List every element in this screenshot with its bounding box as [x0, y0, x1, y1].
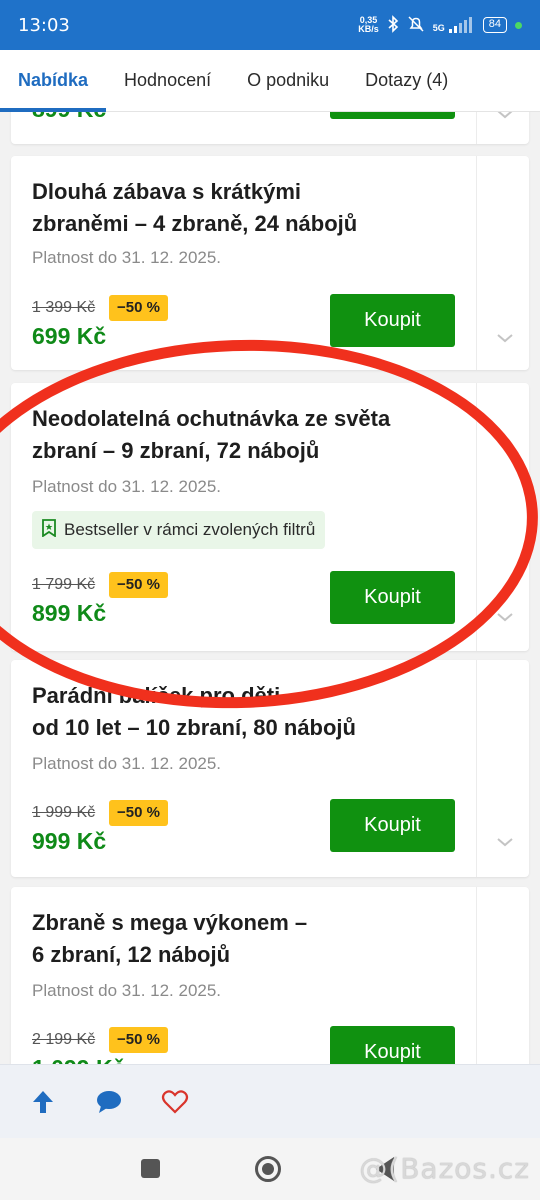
- offer-title-line: zbraněmi – 4 zbraně, 24 nábojů: [32, 211, 358, 236]
- card-divider: [476, 660, 477, 877]
- status-bar: 13:03 0,35 KB/s 5G 84: [0, 0, 540, 50]
- discount-badge: −50 %: [109, 295, 168, 321]
- recent-apps-icon[interactable]: [141, 1159, 160, 1178]
- buy-button[interactable]: [330, 112, 455, 119]
- network-speed: 0,35 KB/s: [358, 16, 379, 34]
- offer-old-price: 1 999 Kč: [32, 804, 96, 821]
- offer-title: Zbraně s mega výkonem – 6 zbraní, 12 náb…: [32, 907, 452, 971]
- notification-dot: [515, 21, 522, 29]
- tab-o-podniku[interactable]: O podniku: [229, 50, 347, 112]
- discount-badge: −50 %: [109, 1027, 168, 1053]
- bottom-action-bar: [0, 1064, 540, 1138]
- offer-validity: Platnost do 31. 12. 2025.: [32, 248, 222, 267]
- card-divider: [476, 156, 477, 370]
- offer-price: 899 Kč: [32, 112, 106, 123]
- tab-hodnoceni[interactable]: Hodnocení: [106, 50, 229, 112]
- offer-price: 699 Kč: [32, 323, 107, 349]
- signal-label: 5G: [432, 23, 445, 33]
- buy-button[interactable]: Koupit: [330, 1026, 455, 1064]
- card-divider: [476, 887, 477, 1064]
- signal-icon: 5G: [433, 17, 475, 33]
- heart-icon[interactable]: [160, 1087, 190, 1117]
- home-icon[interactable]: [255, 1156, 281, 1182]
- offer-title-line: 6 zbraní, 12 nábojů: [32, 942, 231, 967]
- chat-icon[interactable]: [94, 1087, 124, 1117]
- scroll-top-arrow-icon[interactable]: [28, 1087, 58, 1117]
- chevron-down-icon[interactable]: [493, 112, 517, 126]
- offer-old-price: 1 399 Kč: [32, 299, 96, 316]
- watermark: @(Bazos.cz: [359, 1152, 530, 1185]
- tab-dotazy[interactable]: Dotazy (4): [347, 50, 466, 112]
- offer-title-line: Zbraně s mega výkonem –: [32, 910, 308, 935]
- card-divider: [476, 112, 477, 144]
- buy-button[interactable]: Koupit: [330, 294, 455, 347]
- status-time: 13:03: [18, 14, 70, 36]
- chevron-down-icon[interactable]: [493, 326, 517, 350]
- chevron-down-icon[interactable]: [493, 830, 517, 854]
- offer-old-price: 2 199 Kč: [32, 1031, 96, 1048]
- buy-button[interactable]: Koupit: [330, 799, 455, 852]
- system-nav-bar: @(Bazos.cz: [0, 1138, 540, 1200]
- battery-indicator: 84: [482, 17, 507, 33]
- offer-price: 999 Kč: [32, 828, 107, 854]
- discount-badge: −50 %: [109, 800, 168, 826]
- offer-title-line: od 10 let – 10 zbraní, 80 nábojů: [32, 715, 356, 740]
- offer-validity: Platnost do 31. 12. 2025.: [32, 754, 222, 773]
- bluetooth-icon: [387, 14, 399, 36]
- tab-nabidka[interactable]: Nabídka: [0, 50, 107, 112]
- network-speed-unit: KB/s: [358, 24, 379, 34]
- offer-validity: Platnost do 31. 12. 2025.: [32, 981, 222, 1000]
- offer-card[interactable]: Dlouhá zábava s krátkými zbraněmi – 4 zb…: [11, 156, 529, 370]
- offer-title: Dlouhá zábava s krátkými zbraněmi – 4 zb…: [32, 176, 452, 240]
- offer-card[interactable]: Zbraně s mega výkonem – 6 zbraní, 12 náb…: [11, 887, 529, 1064]
- offer-price: 1 099 Kč: [32, 1055, 125, 1064]
- offer-title-line: Dlouhá zábava s krátkými: [32, 179, 302, 204]
- tab-bar: Nabídka Hodnocení O podniku Dotazy (4): [0, 50, 540, 112]
- status-icons: 0,35 KB/s 5G 84: [358, 14, 522, 36]
- offer-card-partial: 899 Kč: [11, 112, 529, 144]
- mute-bell-icon: [407, 15, 425, 36]
